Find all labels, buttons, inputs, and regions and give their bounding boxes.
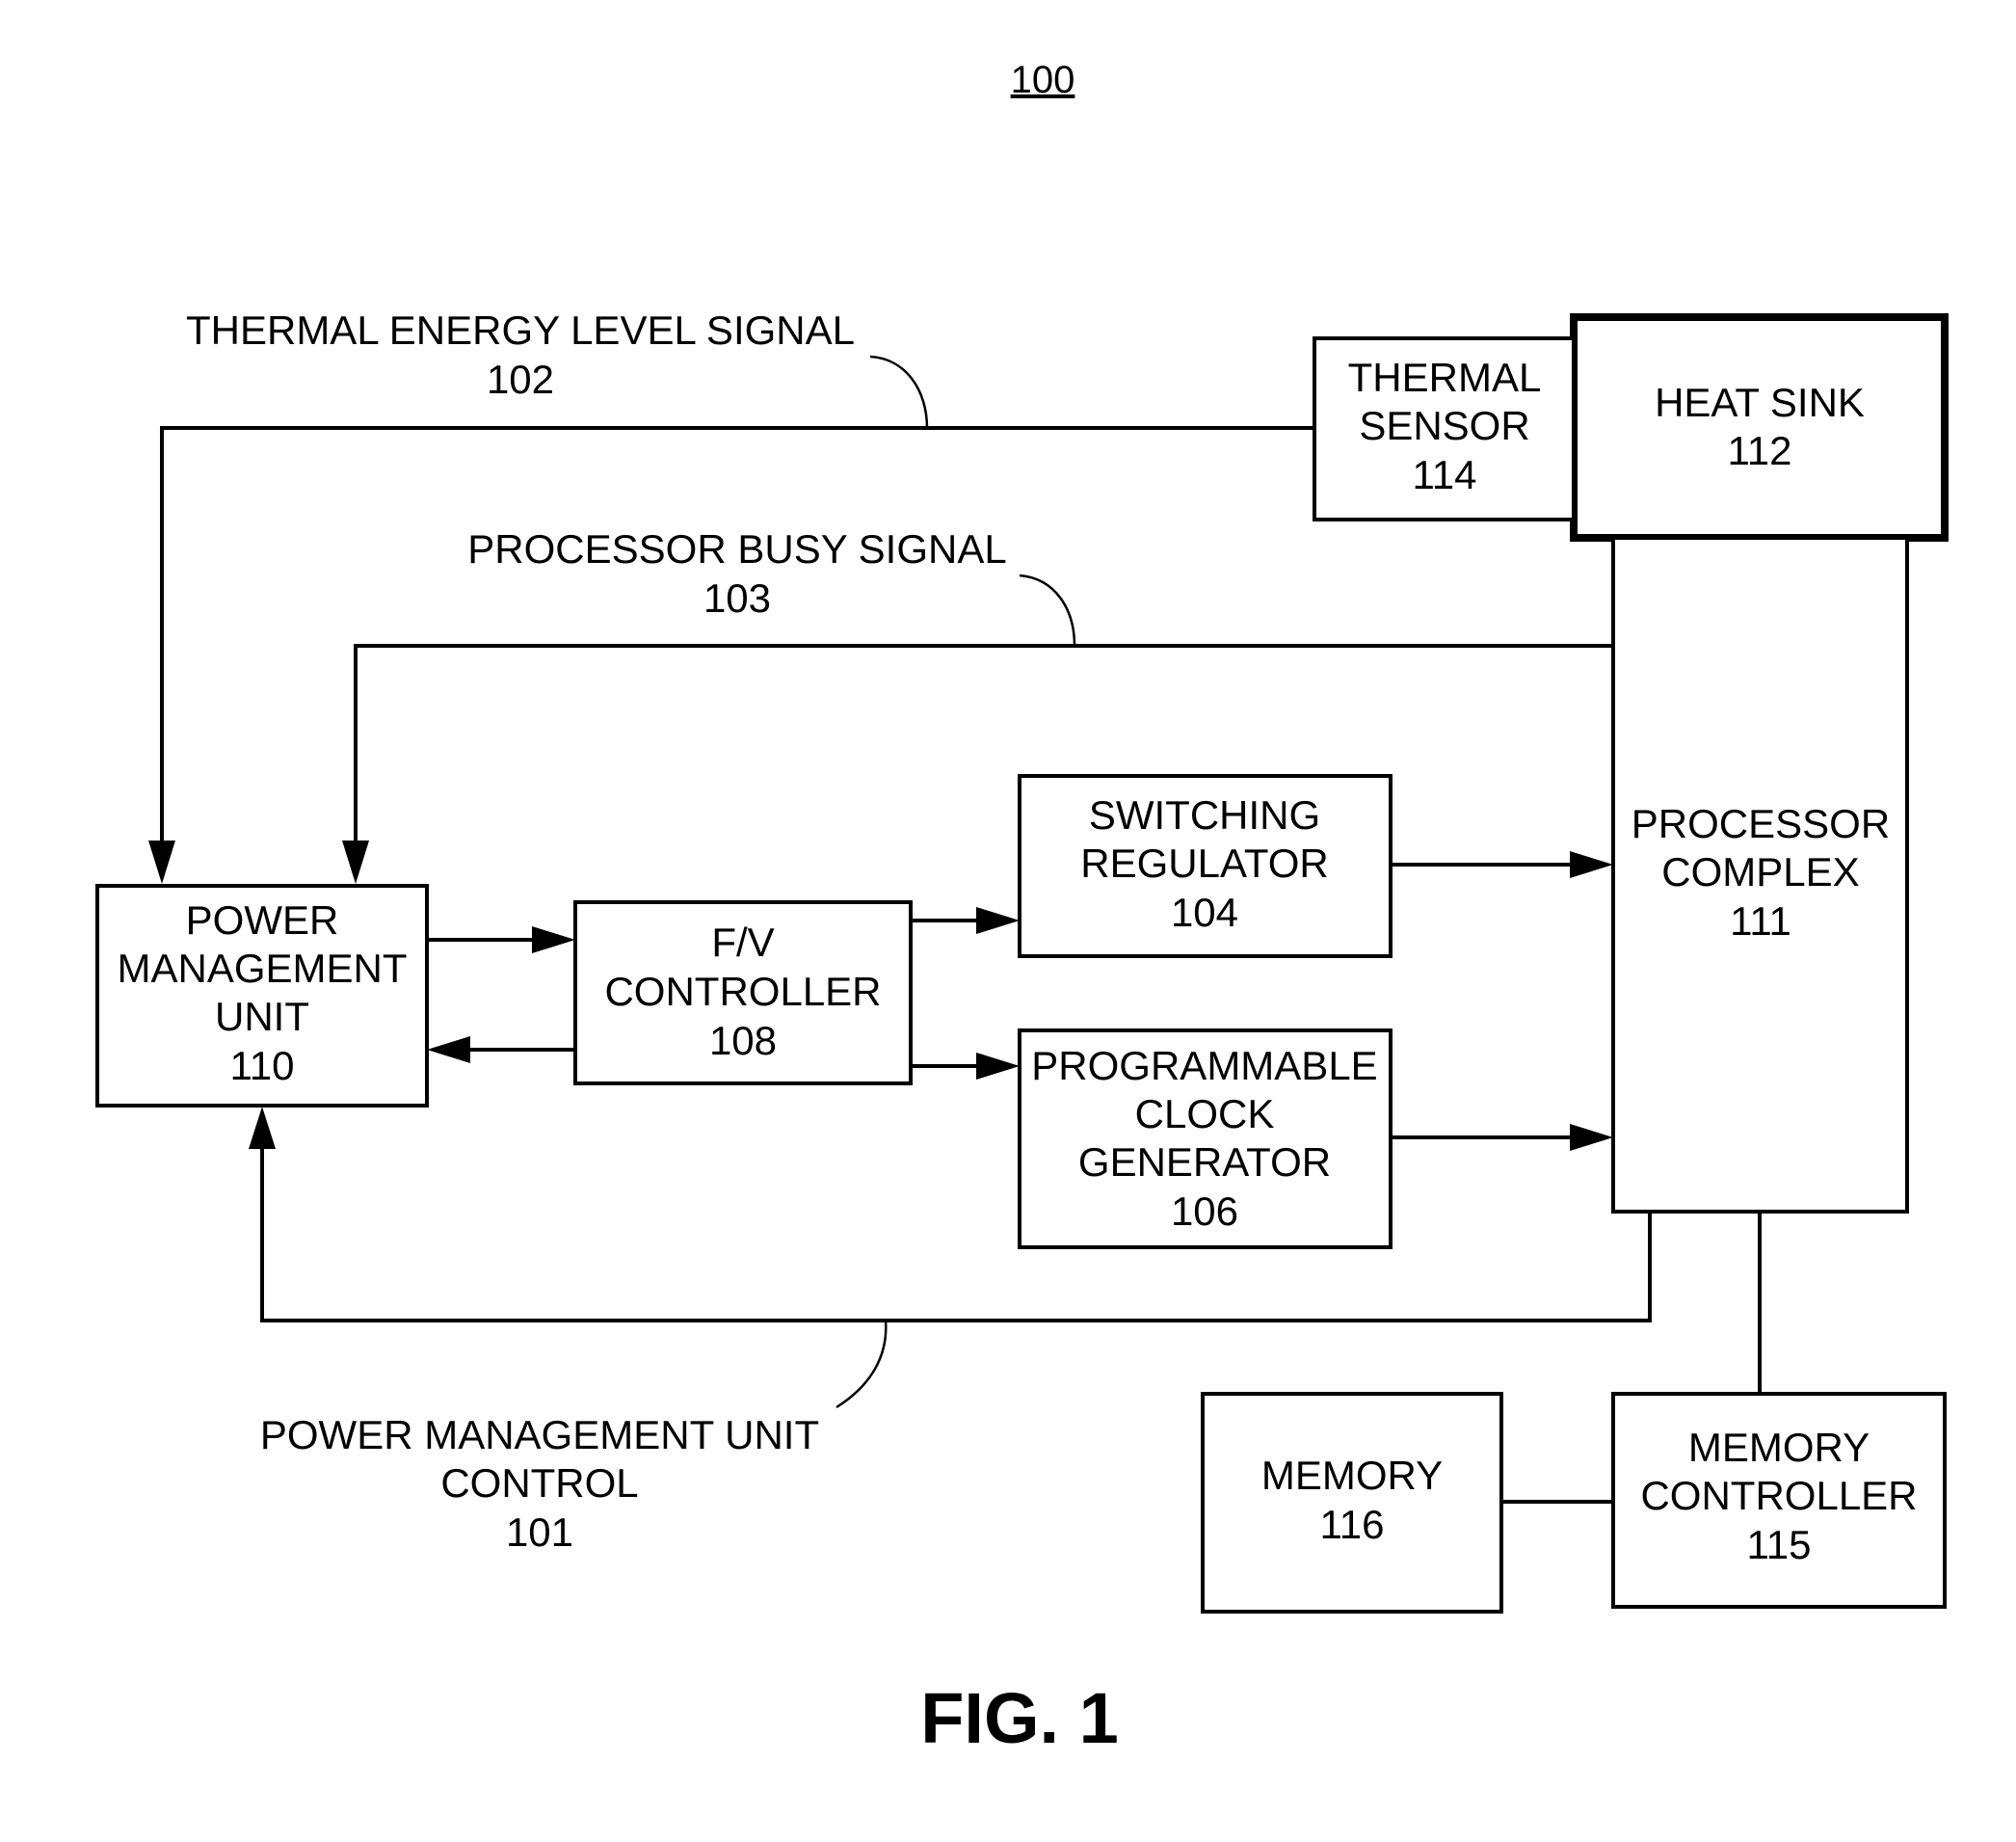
pmu-control-leader <box>836 1320 888 1409</box>
clock-generator-label-line3: GENERATOR <box>1078 1139 1331 1185</box>
memory-block: MEMORY 116 <box>1201 1392 1503 1614</box>
thermal-energy-level-signal-label: THERMAL ENERGY LEVEL SIGNAL 102 <box>186 307 855 402</box>
programmable-clock-generator-block: PROGRAMMABLE CLOCK GENERATOR 106 <box>1018 1028 1393 1249</box>
fv-to-pmu-arrowhead <box>427 1036 470 1063</box>
thermal-signal-ref: 102 <box>487 357 554 402</box>
pmu-control-signal-label: POWER MANAGEMENT UNIT CONTROL 101 <box>260 1412 819 1555</box>
switching-regulator-block: SWITCHING REGULATOR 104 <box>1018 774 1393 958</box>
figure-reference-number: 100 <box>1011 59 1075 101</box>
processor-complex-block: PROCESSOR COMPLEX 111 <box>1611 536 1909 1214</box>
pmu-label-line1: POWER <box>186 897 339 943</box>
fv-to-clock-arrowhead <box>976 1053 1020 1080</box>
fv-to-regulator-arrowhead <box>976 907 1020 934</box>
pmu-control-arrowhead <box>249 1107 276 1149</box>
pmu-control-label-line2: CONTROL <box>440 1460 638 1506</box>
processor-complex-label-line2: COMPLEX <box>1661 849 1859 894</box>
clock-generator-label-line2: CLOCK <box>1135 1091 1275 1136</box>
memory-label-line1: MEMORY <box>1261 1453 1443 1498</box>
fv-controller-label-line2: CONTROLLER <box>604 969 881 1014</box>
thermal-sensor-label-line1: THERMAL <box>1348 355 1542 400</box>
heat-sink-ref: 112 <box>1728 428 1792 473</box>
power-management-unit-block: POWER MANAGEMENT UNIT 110 <box>95 884 429 1108</box>
clock-to-processor-arrowhead <box>1570 1124 1613 1151</box>
busy-signal-arrowhead <box>342 841 369 884</box>
memory-controller-label-line1: MEMORY <box>1688 1425 1870 1470</box>
pmu-control-ref: 101 <box>506 1509 573 1555</box>
processor-busy-signal-line <box>354 644 1613 858</box>
memory-controller-label-line2: CONTROLLER <box>1640 1473 1917 1518</box>
busy-signal-ref: 103 <box>703 575 771 621</box>
memory-ref: 116 <box>1320 1502 1385 1547</box>
processor-busy-signal-label: PROCESSOR BUSY SIGNAL 103 <box>467 526 1006 621</box>
fv-controller-label-line1: F/V <box>711 920 774 965</box>
processor-complex-ref: 111 <box>1730 898 1791 944</box>
thermal-signal-arrowhead <box>148 841 175 884</box>
thermal-sensor-label-line2: SENSOR <box>1359 403 1529 448</box>
regulator-to-processor-arrowhead <box>1570 851 1613 878</box>
fv-controller-block: F/V CONTROLLER 108 <box>573 900 913 1085</box>
clock-generator-label-line1: PROGRAMMABLE <box>1031 1043 1377 1088</box>
memory-controller-ref: 115 <box>1747 1522 1812 1567</box>
thermal-signal-label-line1: THERMAL ENERGY LEVEL SIGNAL <box>186 307 855 353</box>
processor-complex-label-line1: PROCESSOR <box>1631 801 1890 846</box>
heat-sink-block: HEAT SINK 112 <box>1570 313 1949 542</box>
heat-sink-label-line1: HEAT SINK <box>1655 380 1865 425</box>
figure-caption: FIG. 1 <box>920 1678 1119 1758</box>
pmu-label-line3: UNIT <box>215 994 309 1039</box>
switching-regulator-label-line1: SWITCHING <box>1089 792 1320 838</box>
pmu-label-line2: MANAGEMENT <box>117 946 407 991</box>
switching-regulator-label-line2: REGULATOR <box>1080 841 1329 886</box>
thermal-signal-leader <box>869 355 929 429</box>
busy-signal-leader <box>1019 574 1076 647</box>
clock-generator-ref: 106 <box>1171 1188 1238 1234</box>
thermal-sensor-block: THERMAL SENSOR 114 <box>1313 336 1576 521</box>
pmu-ref: 110 <box>230 1043 295 1088</box>
block-diagram: 100 HEAT SINK 112 THERMAL SENSOR 114 PRO… <box>95 59 1949 1758</box>
pmu-control-line <box>260 1133 1652 1322</box>
fv-controller-ref: 108 <box>709 1018 777 1063</box>
thermal-sensor-ref: 114 <box>1413 452 1477 497</box>
pmu-control-label-line1: POWER MANAGEMENT UNIT <box>260 1412 819 1457</box>
switching-regulator-ref: 104 <box>1171 890 1238 935</box>
memory-controller-block: MEMORY CONTROLLER 115 <box>1611 1392 1947 1609</box>
pmu-to-fv-arrowhead <box>532 926 575 953</box>
busy-signal-label-line1: PROCESSOR BUSY SIGNAL <box>467 526 1006 572</box>
